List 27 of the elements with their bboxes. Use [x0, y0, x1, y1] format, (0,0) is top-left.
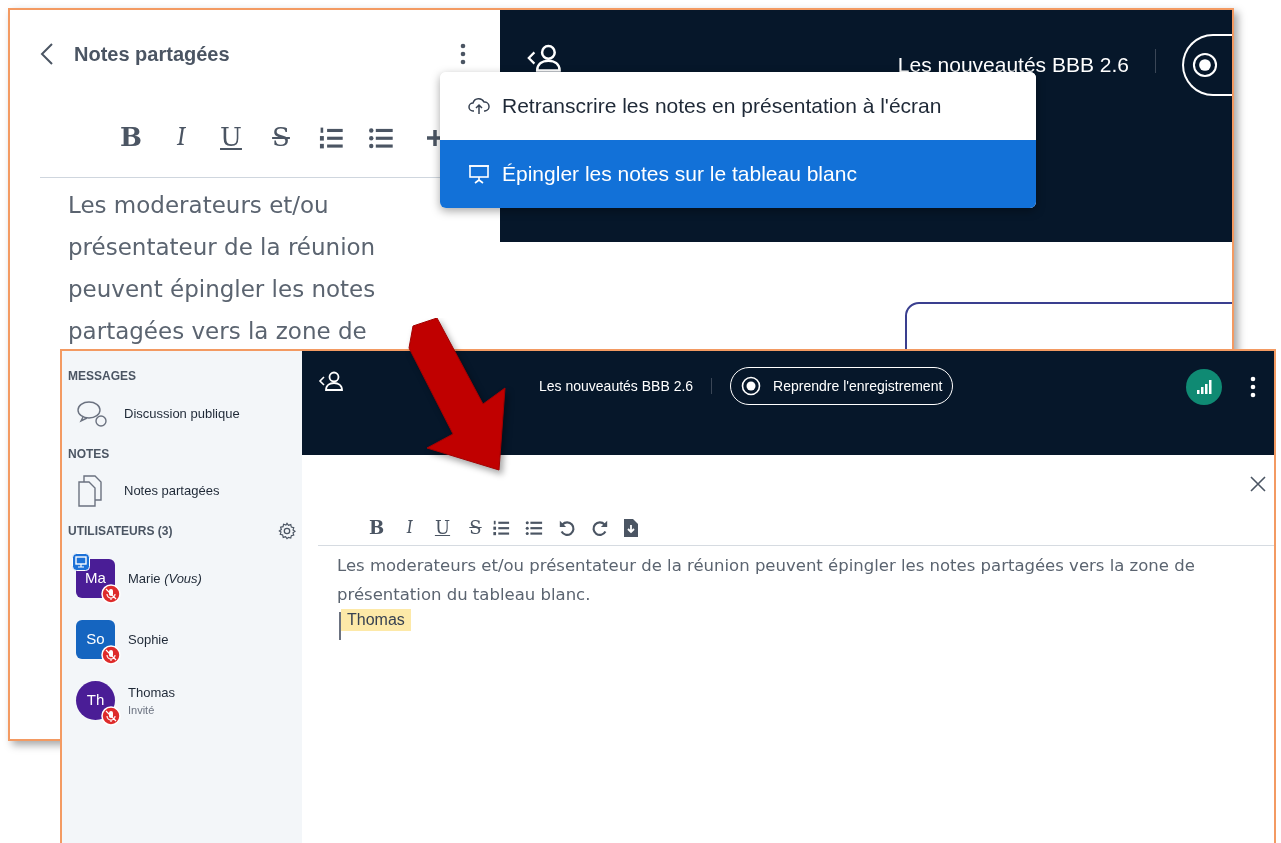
format-button[interactable]: S: [256, 118, 306, 157]
section-heading: MESSAGES: [67, 368, 137, 385]
format-button[interactable]: U: [206, 118, 256, 157]
format-button[interactable]: I: [156, 118, 206, 157]
section-heading: UTILISATEURS (3): [68, 523, 173, 540]
format-button[interactable]: B: [106, 118, 156, 157]
sidebar-item[interactable]: Discussion publique: [62, 385, 302, 443]
format-button[interactable]: S: [459, 514, 492, 541]
collaborator-cursor-label: Thomas: [341, 609, 411, 631]
format-button[interactable]: B: [360, 514, 393, 541]
sidebar-item[interactable]: Notes partagées: [62, 463, 302, 519]
user-name: Marie (Vous): [128, 569, 202, 588]
user-item[interactable]: So Sophie: [62, 609, 302, 670]
menu-item[interactable]: Épingler les notes sur le tableau blanc: [440, 140, 1036, 208]
user-item[interactable]: Ma Marie (Vous): [62, 548, 302, 609]
meeting-title: Les nouveautés BBB 2.6: [539, 377, 694, 396]
user-name: Sophie: [128, 630, 169, 649]
format-button[interactable]: U: [426, 514, 459, 541]
user-item[interactable]: Th Thomas Invité: [62, 670, 302, 731]
note-text: Les moderateurs et/ou présentateur de la réunion peuvent épingler les notes partagées vers la zone de présentation du tableau blanc.: [337, 555, 1196, 606]
menu-item[interactable]: Retranscrire les notes en présentation à l'écran: [440, 72, 1036, 140]
format-button[interactable]: I: [393, 514, 426, 541]
note-text: Les moderateurs et/ou présentateur de la réunion peuvent épingler les notes partagées vers la zone de: [68, 191, 377, 346]
user-name: Thomas: [128, 683, 175, 702]
user-role: Invité: [128, 703, 156, 718]
section-heading: NOTES: [67, 446, 111, 463]
panel-title: Notes partagées: [74, 42, 230, 67]
